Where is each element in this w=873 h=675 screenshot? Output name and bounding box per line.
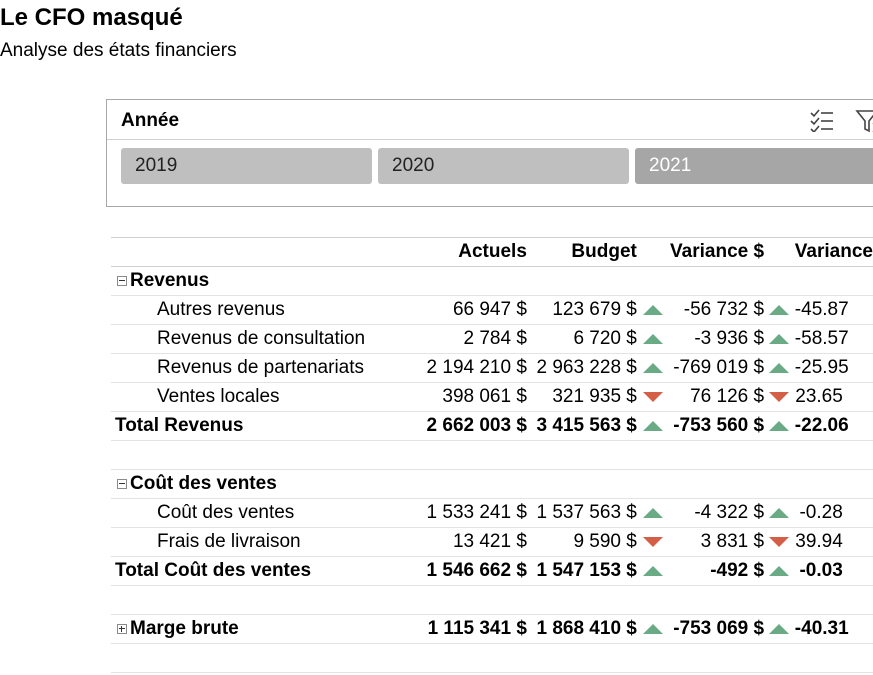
collapse-icon[interactable]	[117, 276, 127, 286]
cell-variance: -769 019 $	[670, 353, 765, 383]
col-header-budget[interactable]: Budget	[526, 237, 637, 267]
cell-actuals: 2 194 210 $	[423, 353, 527, 383]
report-title: Le CFO masqué	[0, 4, 183, 31]
row-label: Revenus de partenariats	[111, 353, 424, 383]
group-label: Coût des ventes	[130, 473, 277, 494]
marge-brute-row: Marge brute 1 115 341 $ 1 868 410 $ -753…	[111, 614, 873, 644]
cell-budget: 3 415 563 $	[526, 411, 637, 441]
col-header-variance-amount[interactable]: Variance $	[670, 237, 765, 267]
spacer-row	[111, 643, 873, 673]
cell-variance-pct: -58.57	[794, 328, 849, 349]
pivot-table: Actuels Budget Variance $ Variance Reven…	[111, 237, 873, 673]
cell-budget: 321 935 $	[526, 382, 637, 412]
cell-variance: -753 069 $	[670, 614, 765, 644]
expand-icon[interactable]	[117, 624, 127, 634]
arrow-down-icon	[643, 537, 664, 547]
row-label: Autres revenus	[111, 295, 424, 325]
cell-actuals: 13 421 $	[423, 527, 527, 557]
table-row: Ventes locales 398 061 $ 321 935 $ 76 12…	[111, 382, 873, 412]
arrow-up-icon	[769, 363, 790, 373]
cell-variance-pct: 23.65	[795, 386, 843, 407]
arrow-down-icon	[769, 537, 790, 547]
cell-budget: 2 963 228 $	[526, 353, 637, 383]
collapse-icon[interactable]	[117, 479, 127, 489]
spacer-row	[111, 440, 873, 470]
marge-label: Marge brute	[130, 618, 239, 639]
slicer-divider	[107, 139, 873, 140]
arrow-up-icon	[643, 305, 664, 315]
total-label: Total Revenus	[111, 411, 424, 441]
group-row-cout-des-ventes: Coût des ventes	[111, 469, 873, 499]
cell-budget: 1 537 563 $	[526, 498, 637, 528]
table-row: Frais de livraison 13 421 $ 9 590 $ 3 83…	[111, 527, 873, 557]
group-row-revenus: Revenus	[111, 266, 873, 296]
header-row: Actuels Budget Variance $ Variance	[111, 237, 873, 267]
cell-variance-pct: -0.28	[799, 502, 843, 523]
cell-variance: -492 $	[670, 556, 765, 586]
arrow-up-icon	[643, 508, 664, 518]
cell-variance-pct: -25.95	[794, 357, 849, 378]
cell-variance: 3 831 $	[670, 527, 765, 557]
cell-actuals: 2 784 $	[423, 324, 527, 354]
cell-budget: 1 868 410 $	[526, 614, 637, 644]
slicer-item-2020[interactable]: 2020	[378, 148, 629, 184]
cell-actuals: 2 662 003 $	[423, 411, 527, 441]
group-label: Revenus	[130, 270, 210, 291]
cell-actuals: 66 947 $	[423, 295, 527, 325]
col-header-actuals[interactable]: Actuels	[423, 237, 527, 267]
cell-variance: -56 732 $	[670, 295, 765, 325]
cell-variance: 76 126 $	[670, 382, 765, 412]
cell-actuals: 1 115 341 $	[423, 614, 527, 644]
arrow-up-icon	[769, 421, 790, 431]
cell-actuals: 398 061 $	[423, 382, 527, 412]
cell-budget: 9 590 $	[526, 527, 637, 557]
row-label: Frais de livraison	[111, 527, 424, 557]
arrow-up-icon	[769, 566, 790, 576]
cell-variance: -753 560 $	[670, 411, 765, 441]
cell-variance: -4 322 $	[670, 498, 765, 528]
arrow-down-icon	[643, 392, 664, 402]
cell-variance: -3 936 $	[670, 324, 765, 354]
row-label: Coût des ventes	[111, 498, 424, 528]
clear-filter-icon[interactable]	[855, 108, 873, 139]
table-row: Revenus de partenariats 2 194 210 $ 2 96…	[111, 353, 873, 383]
arrow-up-icon	[643, 421, 664, 431]
spacer-row	[111, 585, 873, 615]
cell-budget: 1 547 153 $	[526, 556, 637, 586]
report-subtitle: Analyse des états financiers	[0, 40, 237, 61]
row-label: Ventes locales	[111, 382, 424, 412]
cell-budget: 123 679 $	[526, 295, 637, 325]
table-row: Revenus de consultation 2 784 $ 6 720 $ …	[111, 324, 873, 354]
slicer-item-2021[interactable]: 2021	[635, 148, 873, 184]
multi-select-icon[interactable]	[809, 108, 835, 137]
cell-variance-pct: -40.31	[794, 618, 849, 639]
cell-budget: 6 720 $	[526, 324, 637, 354]
arrow-up-icon	[769, 305, 790, 315]
year-slicer: Année 2019 2020 2021	[106, 99, 873, 207]
arrow-up-icon	[769, 624, 790, 634]
total-row-cout-des-ventes: Total Coût des ventes 1 546 662 $ 1 547 …	[111, 556, 873, 586]
total-label: Total Coût des ventes	[111, 556, 424, 586]
cell-variance-pct: -22.06	[794, 415, 849, 436]
arrow-up-icon	[769, 334, 790, 344]
slicer-header: Année	[121, 110, 180, 131]
cell-variance-pct: 39.94	[795, 531, 843, 552]
arrow-up-icon	[643, 566, 664, 576]
row-label: Revenus de consultation	[111, 324, 424, 354]
arrow-down-icon	[769, 392, 790, 402]
cell-actuals: 1 546 662 $	[423, 556, 527, 586]
header-label-cell	[111, 237, 424, 267]
total-row-revenus: Total Revenus 2 662 003 $ 3 415 563 $ -7…	[111, 411, 873, 441]
col-header-variance-pct[interactable]: Variance	[794, 237, 873, 267]
arrow-up-icon	[643, 334, 664, 344]
table-row: Autres revenus 66 947 $ 123 679 $ -56 73…	[111, 295, 873, 325]
table-row: Coût des ventes 1 533 241 $ 1 537 563 $ …	[111, 498, 873, 528]
cell-variance-pct: -0.03	[799, 560, 843, 581]
cell-actuals: 1 533 241 $	[423, 498, 527, 528]
cell-variance-pct: -45.87	[794, 299, 849, 320]
slicer-item-2019[interactable]: 2019	[121, 148, 372, 184]
arrow-up-icon	[769, 508, 790, 518]
arrow-up-icon	[643, 363, 664, 373]
arrow-up-icon	[643, 624, 664, 634]
